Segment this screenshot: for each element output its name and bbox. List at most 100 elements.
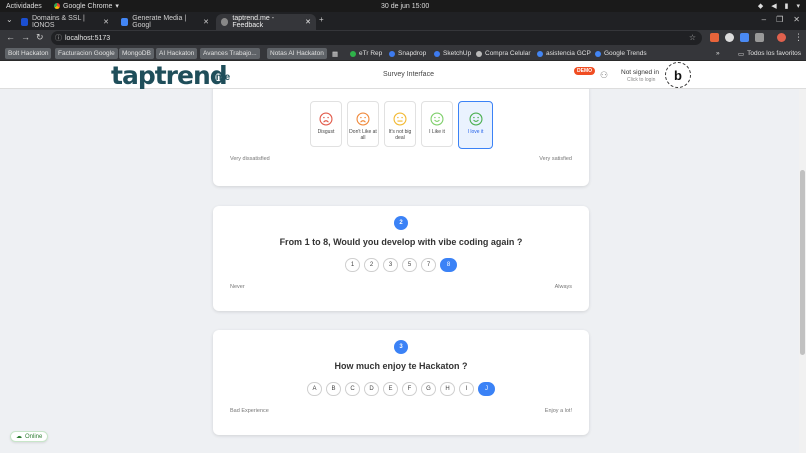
bookmark-favicon-icon	[537, 50, 543, 57]
bookmark-item[interactable]: Bolt Hackaton	[5, 48, 52, 59]
app-menu[interactable]: Google Chrome ▾	[54, 2, 119, 10]
question-card-2: 2 From 1 to 8, Would you develop with vi…	[213, 206, 589, 311]
rating-option[interactable]: G	[421, 382, 436, 396]
bookmark-item[interactable]: Compra Celular	[473, 48, 534, 59]
volume-icon: ◀	[771, 3, 777, 10]
users-icon[interactable]: ⚇	[600, 70, 608, 81]
rating-option[interactable]: J	[478, 382, 495, 396]
bookmark-favicon-icon	[476, 50, 482, 57]
bookmark-item[interactable]: SketchUp	[431, 48, 474, 59]
emoji-option[interactable]: It's not big deal	[384, 101, 416, 147]
clock[interactable]: 30 de jun 15:00	[381, 3, 429, 10]
app-header: taptrend .me Survey Interface DEMO ⚇ Not…	[0, 61, 806, 90]
apps-grid-icon[interactable]: ▦	[329, 48, 341, 59]
scale-low-label: Never	[230, 284, 245, 290]
rating-option[interactable]: I	[459, 382, 474, 396]
signin-status[interactable]: Not signed in	[621, 69, 659, 76]
tab-search-icon[interactable]: ⌄	[6, 15, 13, 24]
extension-icon[interactable]	[725, 33, 734, 42]
happy-face-icon	[430, 112, 444, 126]
online-label: Online	[25, 433, 43, 440]
bookmark-item[interactable]: Google Trends	[592, 48, 650, 59]
tab-strip: ⌄ Domains & SSL | IONOS ✕ Generate Media…	[0, 12, 806, 30]
emoji-option[interactable]: Don't Like at all	[347, 101, 379, 147]
profile-avatar[interactable]	[777, 33, 786, 42]
emoji-option[interactable]: I love it	[458, 101, 493, 149]
bookmark-item[interactable]: eTr Rep	[347, 48, 385, 59]
bookmark-star-icon[interactable]: ☆	[689, 33, 696, 42]
back-icon[interactable]: ←	[6, 32, 15, 42]
scrollbar-thumb[interactable]	[800, 170, 805, 355]
emoji-option-label: I love it	[467, 129, 484, 135]
more-bookmarks-icon[interactable]: »	[713, 48, 723, 59]
globe-icon	[221, 18, 229, 26]
google-favicon-icon	[121, 18, 129, 26]
bookmark-item[interactable]: Notas AI Hackaton	[267, 48, 327, 59]
window-controls: – ❐ ✕	[762, 15, 800, 24]
emoji-option-label: I Like it	[429, 129, 445, 135]
rating-option[interactable]: 3	[383, 258, 398, 272]
reload-icon[interactable]: ↻	[36, 32, 44, 43]
close-icon[interactable]: ✕	[305, 18, 311, 26]
rating-option[interactable]: D	[364, 382, 379, 396]
rating-option[interactable]: E	[383, 382, 398, 396]
site-info-icon[interactable]: ⓘ	[55, 33, 62, 43]
question-number-badge: 2	[394, 216, 408, 230]
bookmark-item[interactable]: MongoDB	[119, 48, 154, 59]
sad-face-icon	[319, 112, 333, 126]
wifi-icon: ◆	[757, 3, 764, 10]
tab-taptrend[interactable]: taptrend.me - Feedback ✕	[216, 14, 316, 30]
extension-icon[interactable]	[710, 33, 719, 42]
rating-option[interactable]: 7	[421, 258, 436, 272]
activities-button[interactable]: Actividades	[6, 3, 42, 10]
rating-option[interactable]: 5	[402, 258, 417, 272]
rating-option[interactable]: 8	[440, 258, 457, 272]
rating-option[interactable]: F	[402, 382, 417, 396]
bookmark-item[interactable]: Snapdrop	[386, 48, 429, 59]
rating-option[interactable]: H	[440, 382, 455, 396]
emoji-option[interactable]: I Like it	[421, 101, 453, 147]
new-tab-icon[interactable]: +	[319, 15, 324, 24]
scale-low-label: Very dissatisfied	[230, 156, 270, 162]
cloud-icon: ☁	[16, 434, 22, 440]
bolt-badge-logo[interactable]: b	[665, 62, 691, 88]
bookmark-favicon-icon	[389, 50, 395, 57]
bookmark-item[interactable]: asistencia GCP	[534, 48, 594, 59]
extensions-puzzle-icon[interactable]	[755, 33, 764, 42]
forward-icon[interactable]: →	[21, 32, 30, 42]
close-icon[interactable]: ✕	[103, 18, 109, 26]
signin-link[interactable]: Click to login	[627, 77, 655, 83]
translate-icon[interactable]	[740, 33, 749, 42]
maximize-icon[interactable]: ❐	[776, 15, 783, 24]
bookmark-item[interactable]: Facturacion Google	[55, 48, 118, 59]
chevron-down-icon: ▾	[796, 3, 800, 10]
menu-kebab-icon[interactable]: ⋮	[794, 32, 803, 43]
tab-title: Domains & SSL | IONOS	[31, 15, 85, 29]
emoji-option-label: It's not big deal	[388, 129, 412, 141]
tab-title: Generate Media | Googl	[132, 15, 187, 29]
rating-option[interactable]: A	[307, 382, 322, 396]
rating-option[interactable]: B	[326, 382, 341, 396]
address-bar[interactable]: ⓘ localhost:5173 ☆	[51, 31, 702, 45]
demo-badge: DEMO	[574, 67, 595, 75]
system-tray[interactable]: ◆ ◀ ▮ ▾	[758, 2, 800, 10]
all-favorites-folder[interactable]: ▭ Todos los favoritos	[735, 48, 804, 59]
close-icon[interactable]: ✕	[203, 18, 209, 26]
sad-face-icon	[356, 112, 370, 126]
close-window-icon[interactable]: ✕	[793, 15, 800, 24]
rating-option[interactable]: 2	[364, 258, 379, 272]
chevron-down-icon: ▾	[115, 3, 119, 10]
scale-high-label: Always	[554, 284, 572, 290]
tab-generate-media[interactable]: Generate Media | Googl ✕	[116, 14, 214, 30]
bookmark-item[interactable]: AI Hackaton	[156, 48, 198, 59]
rating-option[interactable]: 1	[345, 258, 360, 272]
question-card-3: 3 How much enjoy te Hackaton ? ABCDEFGHI…	[213, 330, 589, 435]
tab-ionos[interactable]: Domains & SSL | IONOS ✕	[16, 14, 114, 30]
minimize-icon[interactable]: –	[762, 15, 766, 24]
scale-low-label: Bad Experience	[230, 408, 269, 414]
emoji-option[interactable]: Disgust	[310, 101, 342, 147]
rating-option[interactable]: C	[345, 382, 360, 396]
bookmark-item[interactable]: Avances Trabajo...	[200, 48, 260, 59]
question-number-badge: 3	[394, 340, 408, 354]
logo[interactable]: taptrend	[111, 61, 228, 90]
